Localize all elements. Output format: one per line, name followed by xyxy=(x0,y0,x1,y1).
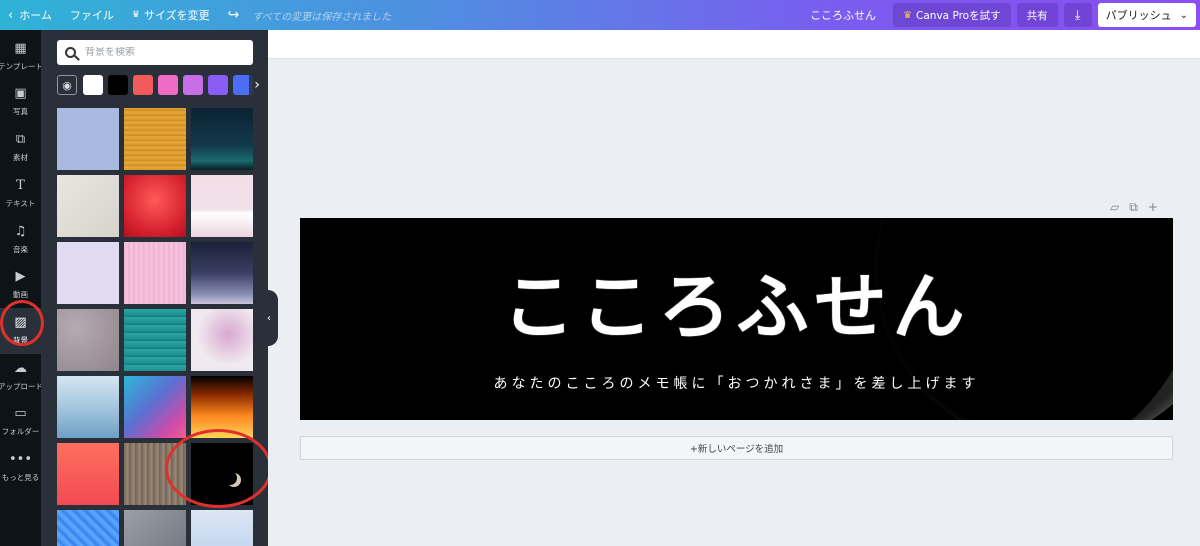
file-label: ファイル xyxy=(69,9,114,22)
background-thumbnail[interactable] xyxy=(124,376,186,438)
file-menu[interactable]: ファイル xyxy=(61,0,123,30)
background-thumbnail[interactable] xyxy=(191,242,253,304)
background-thumbnail[interactable] xyxy=(191,309,253,371)
sidebar-item-photos[interactable]: ▣ 写真 xyxy=(0,79,41,125)
canva-pro-button[interactable]: ♛ Canva Proを試す xyxy=(893,3,1011,27)
search-icon xyxy=(65,47,76,58)
share-button[interactable]: 共有 xyxy=(1016,3,1058,27)
home-label: ホーム xyxy=(19,9,52,22)
collapse-panel-button[interactable]: ‹ xyxy=(260,290,278,346)
color-swatch[interactable] xyxy=(183,75,203,95)
sidebar-item-label: テキスト xyxy=(5,199,36,208)
chevron-left-icon: ‹ xyxy=(8,7,14,23)
chevron-down-icon: ⌄ xyxy=(1179,9,1188,21)
sidebar-item-label: 素材 xyxy=(13,153,28,162)
background-thumbnail[interactable] xyxy=(57,443,119,505)
sidebar-item-elements[interactable]: ⧉ 素材 xyxy=(0,125,41,171)
publish-label: パブリッシュ xyxy=(1105,9,1172,22)
sidebar-item-label: 写真 xyxy=(13,107,28,116)
sidebar-item-label: 音楽 xyxy=(13,245,28,254)
page-tools: ▱ ⧉ + xyxy=(1110,200,1158,215)
highlight-circle xyxy=(0,300,44,346)
design-title[interactable]: こころふせん xyxy=(300,248,1173,353)
download-button[interactable]: ⤓ xyxy=(1063,3,1092,27)
top-bar: ‹ ホーム ファイル ♛ サイズを変更 ↪ すべての変更は保存されました こころ… xyxy=(0,0,1200,30)
publish-button[interactable]: パブリッシュ ⌄ xyxy=(1097,3,1196,27)
undo-button[interactable]: ↪ xyxy=(219,0,249,30)
photo-icon: ▣ xyxy=(14,86,27,101)
background-thumbnail[interactable] xyxy=(57,242,119,304)
text-icon: T xyxy=(16,178,25,193)
background-thumbnail[interactable] xyxy=(57,510,119,546)
chevron-left-icon: ‹ xyxy=(267,312,271,324)
background-thumbnail[interactable] xyxy=(124,510,186,546)
sidebar-item-label: フォルダー xyxy=(1,427,40,436)
background-thumbnail[interactable] xyxy=(124,175,186,237)
color-swatches: ◉ › xyxy=(57,75,268,95)
crown-icon: ♛ xyxy=(903,9,913,21)
sidebar-rail: ▦ テンプレート ▣ 写真 ⧉ 素材 T テキスト ♫ 音楽 ▶ 動画 ▨ 背景… xyxy=(0,30,43,546)
template-icon: ▦ xyxy=(14,41,27,56)
background-thumbnail[interactable] xyxy=(191,510,253,546)
elements-icon: ⧉ xyxy=(15,132,26,147)
crown-icon: ♛ xyxy=(131,10,140,20)
background-thumbnail[interactable] xyxy=(57,309,119,371)
folder-icon: ▭ xyxy=(14,406,27,421)
sidebar-item-label: 動画 xyxy=(13,290,28,299)
sidebar-item-label: テンプレート xyxy=(0,62,43,71)
background-thumbnail[interactable] xyxy=(124,108,186,170)
upload-icon: ☁ xyxy=(14,361,27,376)
sidebar-item-upload[interactable]: ☁ アップロード xyxy=(0,354,43,400)
background-panel: ◉ › xyxy=(41,30,268,546)
sidebar-item-text[interactable]: T テキスト xyxy=(0,171,41,217)
color-swatch[interactable] xyxy=(158,75,178,95)
sidebar-item-more[interactable]: ••• もっと見る xyxy=(0,445,41,491)
more-icon: ••• xyxy=(8,452,32,467)
chevron-right-icon[interactable]: › xyxy=(249,75,265,95)
color-swatch[interactable] xyxy=(208,75,228,95)
sidebar-item-label: もっと見る xyxy=(1,473,40,482)
resize-label: サイズを変更 xyxy=(143,9,210,22)
resize-button[interactable]: ♛ サイズを変更 xyxy=(123,0,219,30)
home-button[interactable]: ‹ ホーム xyxy=(0,0,61,30)
save-status: すべての変更は保存されました xyxy=(252,11,392,23)
background-thumbnail[interactable] xyxy=(57,376,119,438)
canvas-toolbar xyxy=(268,30,1200,59)
add-icon[interactable]: + xyxy=(1148,200,1158,215)
add-page-button[interactable]: +新しいページを追加 xyxy=(300,436,1173,460)
sidebar-item-label: アップロード xyxy=(0,382,43,391)
design-page[interactable]: こころふせん あなたのこころのメモ帳に「おつかれさま」を差し上げます xyxy=(300,218,1173,420)
video-icon: ▶ xyxy=(15,269,26,284)
sidebar-item-music[interactable]: ♫ 音楽 xyxy=(0,217,41,263)
background-thumbnail[interactable] xyxy=(57,108,119,170)
color-swatch[interactable] xyxy=(108,75,128,95)
highlight-circle xyxy=(165,429,268,508)
design-subtitle[interactable]: あなたのこころのメモ帳に「おつかれさま」を差し上げます xyxy=(300,373,1173,393)
background-thumbnail[interactable] xyxy=(57,175,119,237)
canva-pro-label: Canva Proを試す xyxy=(916,9,1001,22)
background-thumbnail[interactable] xyxy=(191,108,253,170)
background-thumbnail[interactable] xyxy=(124,242,186,304)
background-thumbnail[interactable] xyxy=(124,309,186,371)
search-input[interactable] xyxy=(85,47,245,58)
download-icon: ⤓ xyxy=(1074,7,1081,23)
color-swatch[interactable] xyxy=(83,75,103,95)
music-icon: ♫ xyxy=(14,224,27,239)
background-thumbnail[interactable] xyxy=(191,175,253,237)
search-box[interactable] xyxy=(57,40,253,65)
color-swatch[interactable] xyxy=(133,75,153,95)
undo-icon: ↪ xyxy=(227,7,240,23)
sidebar-item-templates[interactable]: ▦ テンプレート xyxy=(0,34,43,80)
document-title[interactable]: こころふせん xyxy=(801,0,890,30)
duplicate-icon[interactable]: ⧉ xyxy=(1129,200,1138,215)
sidebar-item-folder[interactable]: ▭ フォルダー xyxy=(0,399,41,445)
note-icon[interactable]: ▱ xyxy=(1110,200,1119,215)
palette-icon[interactable]: ◉ xyxy=(57,75,77,95)
share-label: 共有 xyxy=(1026,9,1048,22)
